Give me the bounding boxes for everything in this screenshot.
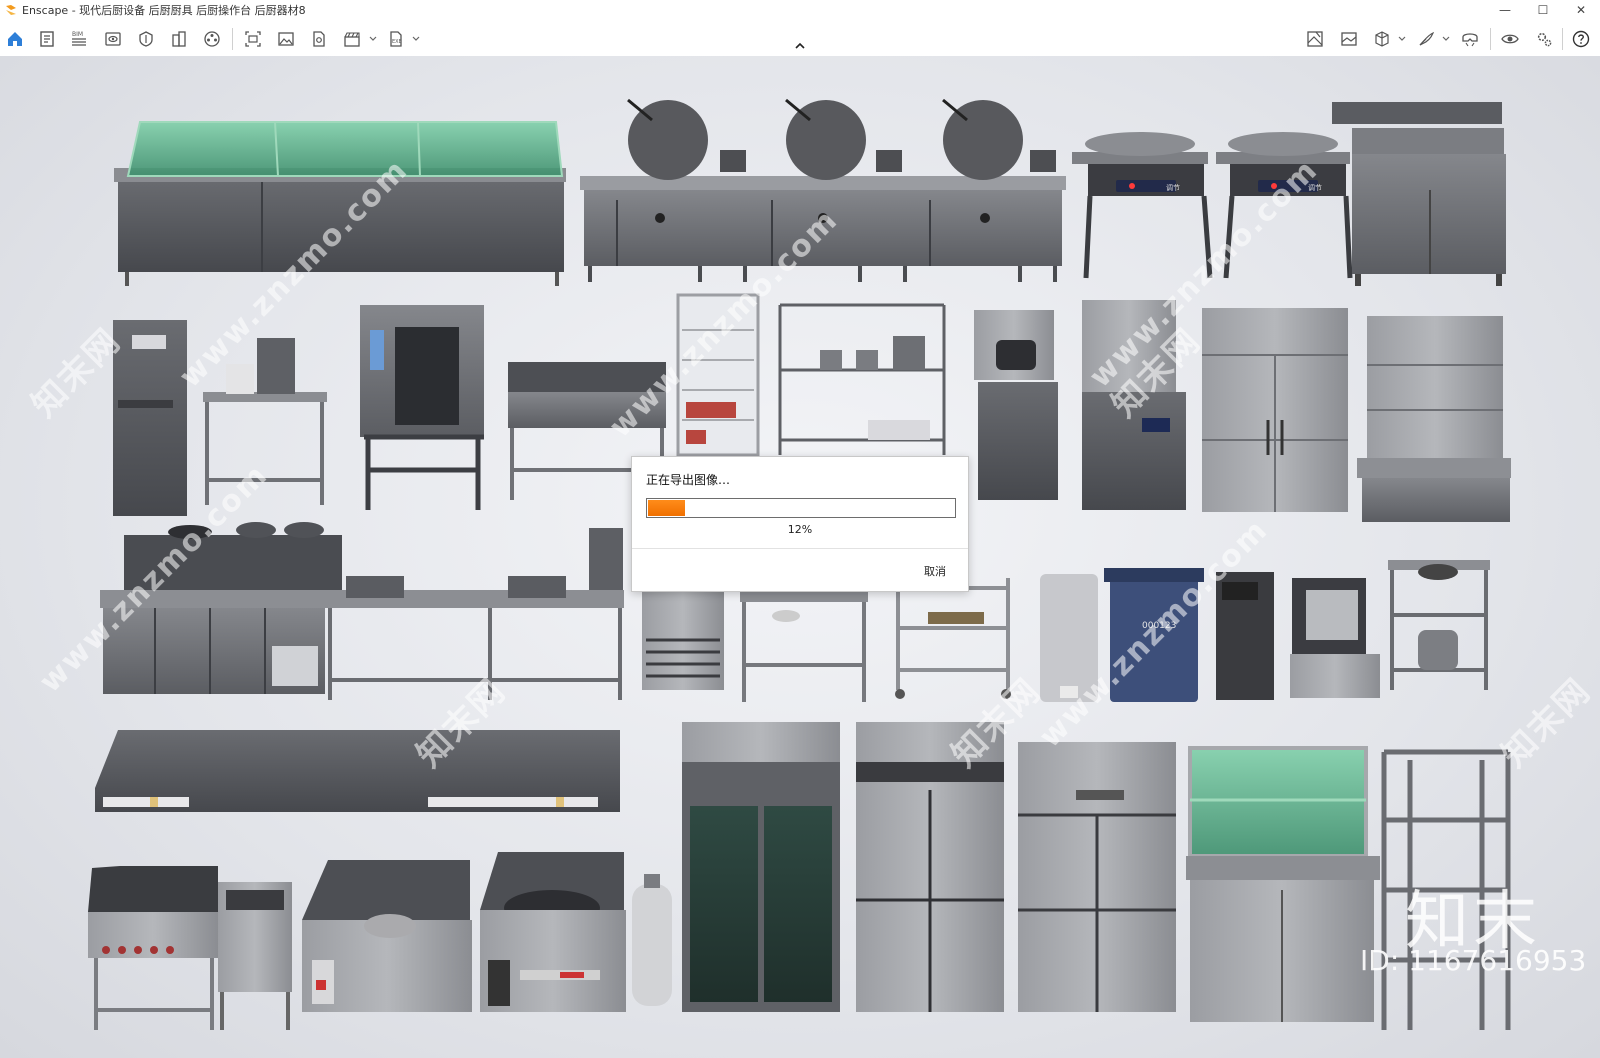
double-deep-fryer <box>1332 102 1506 286</box>
maximize-button[interactable]: ☐ <box>1524 0 1562 20</box>
bim-button[interactable]: BIM <box>66 26 92 52</box>
steam-cabinet <box>1357 316 1511 522</box>
home-icon <box>8 32 22 46</box>
swing-lid-bin <box>1216 572 1274 700</box>
jacketed-kettle-row <box>580 98 1066 282</box>
chevron-down-icon[interactable] <box>411 34 421 44</box>
gas-cylinder <box>632 874 672 1006</box>
views-button[interactable] <box>100 26 126 52</box>
chevron-down-icon[interactable] <box>368 34 378 44</box>
cube-icon <box>1375 31 1389 47</box>
image-icon <box>278 32 294 46</box>
export-progress-bar <box>646 498 956 518</box>
induction-stockpot-range <box>1290 578 1380 698</box>
rice-cooker-stand <box>1388 560 1490 690</box>
general-settings-button[interactable] <box>1531 26 1557 52</box>
refrigerated-display-case <box>1186 746 1380 1022</box>
eye-icon <box>1501 34 1519 44</box>
export-progress-dialog: 正在导出图像… 12% 取消 <box>631 456 969 592</box>
single-fryer <box>218 882 292 1030</box>
export-button[interactable]: EXE <box>383 26 409 52</box>
gears-icon <box>1537 32 1552 47</box>
vr-headset-icon <box>1462 33 1478 47</box>
toolbar-separator <box>1562 28 1563 50</box>
wok-range-two <box>480 852 626 1012</box>
shield-icon <box>139 31 153 47</box>
progress-fill <box>648 500 685 516</box>
extraction-hood <box>95 730 620 812</box>
visual-settings-button[interactable] <box>1497 26 1523 52</box>
home-button[interactable] <box>2 26 28 52</box>
clapper-icon <box>344 32 360 47</box>
sketch-mode-button[interactable] <box>1413 26 1439 52</box>
chevron-down-icon[interactable] <box>1441 34 1451 44</box>
svg-text:BIM: BIM <box>72 31 83 38</box>
svg-text:EXE: EXE <box>392 39 402 45</box>
wire-shelving-with-pots <box>778 303 946 455</box>
combi-steam-oven <box>360 305 484 510</box>
chevron-down-icon[interactable] <box>1397 34 1407 44</box>
site-context-button[interactable] <box>166 26 192 52</box>
asset-library-button[interactable] <box>34 26 60 52</box>
screenshot-button[interactable] <box>240 26 266 52</box>
materials-button[interactable] <box>133 26 159 52</box>
service-trolley <box>895 578 1011 699</box>
vr-button[interactable] <box>199 26 225 52</box>
bim-icon: BIM <box>72 31 86 46</box>
document-list-icon <box>40 31 54 47</box>
svg-text:调节: 调节 <box>1166 183 1180 192</box>
title-bar: Enscape - 现代后厨设备 后厨厨具 后厨操作台 后厨器材8 — ☐ ✕ <box>0 0 1600 20</box>
batch-render-button[interactable] <box>273 26 299 52</box>
dialog-title: 正在导出图像… <box>646 473 731 487</box>
help-icon <box>1572 30 1590 48</box>
document-gear-icon <box>313 31 325 47</box>
minimize-button[interactable]: — <box>1486 0 1524 20</box>
work-table-plates <box>740 590 868 702</box>
buildings-icon <box>172 31 186 47</box>
cube-view-button[interactable] <box>1369 26 1395 52</box>
app-name: Enscape <box>22 3 69 17</box>
gas-range-four-burner <box>88 866 218 1030</box>
help-button[interactable] <box>1568 26 1594 52</box>
vr-headset-button[interactable] <box>1457 26 1483 52</box>
four-door-refrigerator <box>1202 308 1348 512</box>
wok-range-one <box>302 860 472 1012</box>
feather-icon <box>1419 31 1435 46</box>
toolbar-separator <box>1490 28 1491 50</box>
glass-door-cooler <box>682 722 840 1012</box>
enscape-logo-icon <box>6 5 16 15</box>
eye-box-icon <box>105 32 121 46</box>
export-file-icon: EXE <box>390 31 402 47</box>
brand-id: ID: 1167616953 <box>1360 944 1587 977</box>
ice-maker <box>642 592 724 690</box>
map-icon <box>1307 31 1323 47</box>
close-button[interactable]: ✕ <box>1562 0 1600 20</box>
image-settings-button[interactable] <box>1336 26 1362 52</box>
toolbar-separator <box>232 28 233 50</box>
window-controls: — ☐ ✕ <box>1486 0 1600 20</box>
upright-freezer <box>1018 742 1176 1012</box>
map-view-button[interactable] <box>1302 26 1328 52</box>
film-reel-icon <box>204 31 220 47</box>
document-title: 现代后厨设备 后厨厨具 后厨操作台 后厨器材8 <box>79 4 306 17</box>
video-editor-button[interactable] <box>339 26 365 52</box>
title-separator: - <box>68 3 80 17</box>
collapse-toolbar-chevron-icon[interactable] <box>793 40 807 52</box>
cancel-button[interactable]: 取消 <box>924 563 946 579</box>
progress-percent: 12% <box>787 523 813 536</box>
landscape-icon <box>1341 32 1357 46</box>
dishwasher-unit <box>974 310 1058 500</box>
panorama-button[interactable] <box>306 26 332 52</box>
dialog-divider <box>632 548 968 549</box>
screenshot-icon <box>245 31 261 47</box>
